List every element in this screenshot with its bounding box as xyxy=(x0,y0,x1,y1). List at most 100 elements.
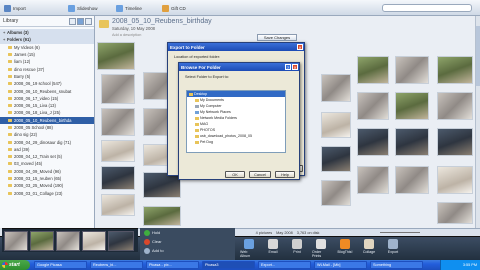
folder-icon xyxy=(8,45,12,49)
sidebar-folder-item[interactable]: 2008_04_29_dinosaur dig (71) xyxy=(0,138,94,145)
taskbar-task[interactable]: WLMail - [Mb] xyxy=(314,261,367,269)
sidebar-folder-item[interactable]: My Videos (6) xyxy=(0,44,94,51)
sidebar-group[interactable]: + Albums (3) xyxy=(0,29,94,37)
close-icon[interactable]: ✕ xyxy=(292,64,298,70)
photo-thumbnail[interactable] xyxy=(357,128,389,156)
collage-button[interactable]: Collage xyxy=(360,237,378,259)
sidebar-folder-item[interactable]: 2008_06_18_Liva_J (25) xyxy=(0,109,94,116)
photo-thumbnail[interactable] xyxy=(101,194,135,216)
timeline-button[interactable]: Timeline xyxy=(116,3,142,13)
close-icon[interactable]: ✕ xyxy=(297,44,303,50)
sidebar-folder-item[interactable]: 2008_06_15_Liva (13) xyxy=(0,102,94,109)
photo-thumbnail[interactable] xyxy=(357,166,389,194)
gift-cd-button[interactable]: Gift CD xyxy=(162,3,186,13)
photo-thumbnail[interactable] xyxy=(395,166,429,194)
order-prints-button[interactable]: Order Prints xyxy=(312,237,330,259)
ok-button[interactable]: OK xyxy=(225,171,245,178)
export-button[interactable]: Export xyxy=(384,237,402,259)
photo-thumbnail[interactable] xyxy=(437,128,473,156)
zoom-slider[interactable] xyxy=(380,232,420,233)
photo-thumbnail[interactable] xyxy=(395,56,429,84)
photo-thumbnail[interactable] xyxy=(437,92,473,120)
library-scrollbar[interactable] xyxy=(475,16,480,228)
sort-button[interactable] xyxy=(85,18,92,25)
sidebar-folder-item[interactable]: 2008_05 School (88) xyxy=(0,124,94,131)
sidebar-folder-item[interactable]: 2008_06_10_Reubens_snubat xyxy=(0,87,94,94)
photo-thumbnail[interactable] xyxy=(395,128,429,156)
save-changes-button[interactable]: Save Changes xyxy=(257,34,297,41)
photo-thumbnail[interactable] xyxy=(321,180,351,206)
folder-icon xyxy=(8,89,12,93)
photo-thumbnail[interactable] xyxy=(357,56,389,84)
photo-thumbnail[interactable] xyxy=(437,56,473,84)
sidebar-folder-item[interactable]: asd (39) xyxy=(0,146,94,153)
tray-photo[interactable] xyxy=(4,231,28,251)
sidebar-folder-item[interactable]: dino sig (22) xyxy=(0,131,94,138)
tray-photo[interactable] xyxy=(56,231,80,251)
email-button[interactable]: Email xyxy=(264,237,282,259)
tree-item[interactable]: Pet Dog xyxy=(187,139,285,145)
flat-view-button[interactable] xyxy=(77,18,84,25)
photo-thumbnail[interactable] xyxy=(101,166,135,190)
sidebar-folder-item[interactable]: 2008_03_15_reuben (65) xyxy=(0,175,94,182)
photo-thumbnail[interactable] xyxy=(143,206,181,226)
taskbar-task[interactable]: Picasa3 xyxy=(202,261,255,269)
sidebar-folder-item[interactable]: 2008_03_01_Collage (23) xyxy=(0,190,94,197)
tray-photo[interactable] xyxy=(82,231,106,251)
photo-thumbnail[interactable] xyxy=(321,146,351,172)
sidebar-folder-item[interactable]: 2008_06_17_video (15) xyxy=(0,95,94,102)
tray-photo[interactable] xyxy=(108,231,134,251)
photo-thumbnail[interactable] xyxy=(321,74,351,102)
photo-thumbnail[interactable] xyxy=(357,92,389,120)
sidebar-folder-item[interactable]: 2008_04_09_Moved (96) xyxy=(0,168,94,175)
tree-view-button[interactable] xyxy=(69,18,76,25)
photo-thumbnail[interactable] xyxy=(101,140,135,162)
import-button[interactable]: Import xyxy=(4,3,26,13)
help-button[interactable]: Help xyxy=(275,171,295,178)
sidebar-folder-item[interactable]: 2008_03_25_Moved (190) xyxy=(0,182,94,189)
sidebar-folder-item[interactable]: Barry (5) xyxy=(0,73,94,80)
taskbar-task[interactable]: Reubens_bi... xyxy=(90,261,143,269)
taskbar-task[interactable]: Google Picasa xyxy=(34,261,87,269)
sidebar-folder-item[interactable]: dino rescue (37) xyxy=(0,65,94,72)
page-title[interactable]: 2008_05_10_Reubens_birthday xyxy=(112,18,212,25)
hold-icon xyxy=(144,229,150,236)
photo-thumbnail[interactable] xyxy=(395,92,429,120)
photo-thumbnail[interactable] xyxy=(437,202,473,224)
start-button[interactable]: start xyxy=(0,260,30,270)
sidebar-group[interactable]: + Folders (91) xyxy=(0,36,94,44)
taskbar-task[interactable]: Picasa - pix... xyxy=(146,261,199,269)
slideshow-button[interactable]: Slideshow xyxy=(68,3,98,13)
action-label: Export xyxy=(387,250,399,254)
sidebar-folder-item[interactable]: James (15) xyxy=(0,51,94,58)
cancel-button[interactable]: Cancel xyxy=(249,171,271,178)
sidebar-folder-item[interactable]: 2008_06_19 school (547) xyxy=(0,80,94,87)
scrollbar-thumb[interactable] xyxy=(476,26,480,86)
help-icon[interactable]: ? xyxy=(285,64,291,70)
folder-description[interactable]: Add a description xyxy=(112,33,141,37)
folder-icon xyxy=(189,92,193,96)
blogthis-button[interactable]: BlogThis! xyxy=(336,237,354,259)
folder-tree[interactable]: Desktop My Documents My Computer My Network… xyxy=(186,90,286,153)
hold-button[interactable]: Hold xyxy=(144,229,160,236)
search-input[interactable] xyxy=(382,4,472,12)
photo-thumbnail[interactable] xyxy=(97,42,135,70)
photo-thumbnail[interactable] xyxy=(321,112,351,138)
sidebar-folder-item[interactable]: 03_moved (45) xyxy=(0,160,94,167)
sidebar-folder-item[interactable]: liam (12) xyxy=(0,58,94,65)
dialog-title: Browse For Folder xyxy=(179,63,299,71)
tree-item-label: PHOTOS xyxy=(200,128,216,132)
clear-button[interactable]: Clear xyxy=(144,238,162,245)
taskbar-task[interactable]: Export... xyxy=(258,261,311,269)
web-album-button[interactable]: Web Album xyxy=(240,237,258,259)
taskbar-task[interactable]: Something xyxy=(370,261,423,269)
sidebar-folder-item[interactable]: 2008_05_10_Reubens_birthda xyxy=(0,116,94,124)
sidebar-folder-item[interactable]: 2008_04_12_Train set (5) xyxy=(0,153,94,160)
photo-thumbnail[interactable] xyxy=(101,108,135,136)
photo-thumbnail[interactable] xyxy=(101,74,135,104)
print-button[interactable]: Print xyxy=(288,237,306,259)
add-to-button[interactable]: Add to xyxy=(144,247,164,254)
folder-icon xyxy=(8,191,12,195)
photo-thumbnail[interactable] xyxy=(437,166,473,194)
tray-photo[interactable] xyxy=(30,231,54,251)
